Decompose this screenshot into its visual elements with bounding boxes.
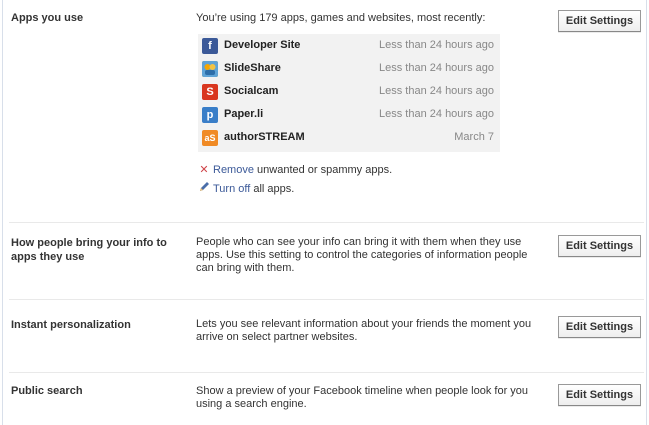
app-name: Paper.li <box>224 108 264 120</box>
app-name: Socialcam <box>224 85 279 97</box>
authorstream-icon: aS <box>202 130 218 146</box>
edit-settings-button[interactable]: Edit Settings <box>558 316 641 338</box>
section-divider <box>9 299 644 300</box>
slideshare-icon <box>202 61 218 77</box>
section-divider <box>9 222 644 223</box>
remove-line-text: unwanted or spammy apps. <box>253 164 393 176</box>
section-title: Apps you use <box>11 12 84 24</box>
recent-apps-list: f Developer Site Less than 24 hours ago … <box>198 34 500 152</box>
section-title: Public search <box>11 385 83 397</box>
app-name: authorSTREAM <box>224 131 305 143</box>
remove-x-icon: ✕ <box>199 164 209 176</box>
app-row[interactable]: S Socialcam Less than 24 hours ago <box>198 81 500 103</box>
section-description: People who can see your info can bring i… <box>196 236 528 274</box>
app-row[interactable]: aS authorSTREAM March 7 <box>198 127 500 149</box>
app-name: SlideShare <box>224 62 281 74</box>
settings-panel: Apps you use You’re using 179 apps, game… <box>2 0 647 425</box>
remove-apps-line: ✕ Remove unwanted or spammy apps. <box>198 163 392 177</box>
edit-settings-button[interactable]: Edit Settings <box>558 235 641 257</box>
socialcam-icon: S <box>202 84 218 100</box>
app-last-used: Less than 24 hours ago <box>379 85 494 97</box>
section-title: How people bring your info to apps they … <box>11 237 167 263</box>
section-title: Instant personalization <box>11 319 131 331</box>
turn-off-apps-line: Turn off all apps. <box>198 181 294 196</box>
app-last-used: Less than 24 hours ago <box>379 108 494 120</box>
section-divider <box>9 372 644 373</box>
app-last-used: Less than 24 hours ago <box>379 62 494 74</box>
turn-off-link[interactable]: Turn off <box>213 183 250 195</box>
app-name: Developer Site <box>224 39 301 51</box>
app-row[interactable]: f Developer Site Less than 24 hours ago <box>198 35 500 57</box>
section-description: You’re using 179 apps, games and website… <box>196 12 486 24</box>
paperli-icon: p <box>202 107 218 123</box>
developer-site-icon: f <box>202 38 218 54</box>
remove-link[interactable]: Remove <box>213 164 254 176</box>
section-description: Show a preview of your Facebook timeline… <box>196 385 529 410</box>
edit-settings-button[interactable]: Edit Settings <box>558 384 641 406</box>
app-row[interactable]: p Paper.li Less than 24 hours ago <box>198 104 500 126</box>
app-last-used: Less than 24 hours ago <box>379 39 494 51</box>
app-row[interactable]: SlideShare Less than 24 hours ago <box>198 58 500 80</box>
edit-settings-button[interactable]: Edit Settings <box>558 10 641 32</box>
pencil-icon <box>198 181 210 196</box>
section-description: Lets you see relevant information about … <box>196 318 532 343</box>
turn-off-line-text: all apps. <box>250 183 295 195</box>
app-last-used: March 7 <box>454 131 494 143</box>
